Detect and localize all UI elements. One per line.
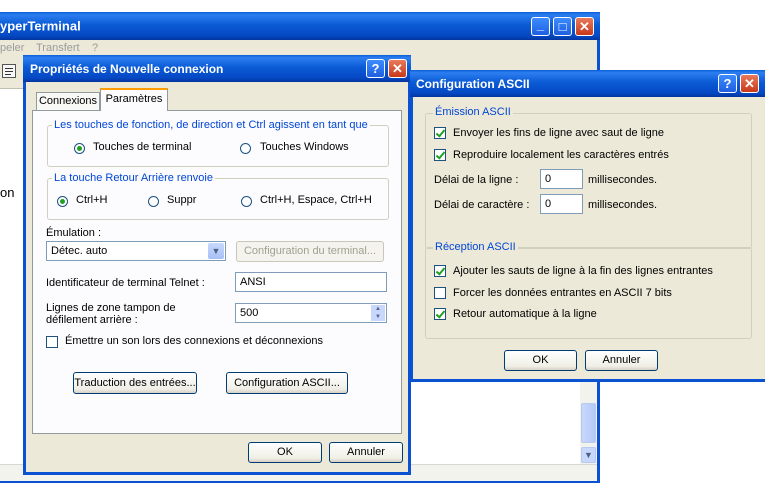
dropdown-arrow-icon[interactable]: ▼ [208,243,224,259]
ascii-titlebar[interactable]: Configuration ASCII ? ✕ [410,70,765,97]
beep-checkbox[interactable] [46,336,58,348]
radio-ctrl-h-space[interactable] [241,196,252,207]
hyperterminal-titlebar[interactable]: yperTerminal _ □ ✕ [0,12,600,40]
radio-terminal-keys[interactable] [74,143,85,154]
local-echo-label: Reproduire localement les caractères ent… [453,149,669,161]
wrap-lines-checkbox[interactable] [434,308,446,320]
properties-icon[interactable] [2,64,16,78]
line-delay-input[interactable]: 0 [540,169,583,189]
ascii-title: Configuration ASCII [416,76,530,91]
maximize-button[interactable]: □ [553,17,572,36]
buffer-stepper[interactable]: 500 ▲ ▼ [235,303,387,323]
scroll-down-icon[interactable]: ▼ [581,447,596,463]
reception-group-title: Réception ASCII [433,241,518,253]
emulation-label: Émulation : [46,227,102,239]
ascii-body: Émission ASCII Envoyer les fins de ligne… [413,97,765,379]
help-button[interactable]: ? [366,59,385,78]
properties-titlebar[interactable]: Propriétés de Nouvelle connexion ? ✕ [23,55,411,82]
terminal-config-button[interactable]: Configuration du terminal... [236,241,384,262]
spin-up-icon[interactable]: ▲ [371,305,385,313]
ascii-config-button[interactable]: Configuration ASCII... [226,372,348,394]
radio-suppr[interactable] [148,196,159,207]
send-crlf-checkbox[interactable] [434,127,446,139]
char-delay-label: Délai de caractère : [434,199,530,211]
radio-windows-keys[interactable] [240,143,251,154]
force-7bit-checkbox[interactable] [434,287,446,299]
append-lf-label: Ajouter les sauts de ligne à la fin des … [453,265,713,277]
ascii-config-dialog: Configuration ASCII ? ✕ Émission ASCII E… [410,70,765,382]
send-crlf-label: Envoyer les fins de ligne avec saut de l… [453,127,664,139]
close-button[interactable]: ✕ [575,17,594,36]
beep-label: Émettre un son lors des connexions et dé… [65,335,324,347]
terminal-text: on [0,185,15,200]
properties-body: Connexions Paramètres Les touches de fon… [26,82,408,472]
menu-item-appeler[interactable]: peler [0,42,24,54]
char-delay-unit: millisecondes. [588,199,658,211]
radio-terminal-keys-label: Touches de terminal [93,141,192,153]
tab-connexions[interactable]: Connexions [36,92,100,110]
cancel-button[interactable]: Annuler [329,442,403,463]
buffer-label-line2: défilement arrière : [46,314,138,326]
char-delay-input[interactable]: 0 [540,194,583,214]
ok-button[interactable]: OK [504,350,577,371]
radio-windows-keys-label: Touches Windows [260,141,349,153]
tab-parametres[interactable]: Paramètres [100,88,168,111]
telnet-input[interactable]: ANSI [235,272,387,292]
radio-ctrl-h[interactable] [57,196,68,207]
help-button[interactable]: ? [718,74,737,93]
emulation-select[interactable]: Détec. auto ▼ [46,241,226,261]
line-delay-label: Délai de la ligne : [434,174,519,186]
close-button[interactable]: ✕ [740,74,759,93]
wrap-lines-label: Retour automatique à la ligne [453,308,597,320]
radio-suppr-label: Suppr [167,194,197,206]
telnet-label: Identificateur de terminal Telnet : [46,277,205,289]
buffer-value: 500 [240,307,259,319]
local-echo-checkbox[interactable] [434,149,446,161]
emission-group-title: Émission ASCII [433,106,513,118]
properties-dialog: Propriétés de Nouvelle connexion ? ✕ Con… [23,55,411,475]
ok-button[interactable]: OK [248,442,322,463]
input-translation-button[interactable]: Traduction des entrées... [73,372,197,394]
fkeys-group-title: Les touches de fonction, de direction et… [52,119,370,131]
menu-item-help[interactable]: ? [92,42,98,54]
cancel-button[interactable]: Annuler [585,350,658,371]
hyperterminal-title: yperTerminal [0,18,81,34]
backspace-group-title: La touche Retour Arrière renvoie [52,172,215,184]
close-button[interactable]: ✕ [388,59,407,78]
buffer-label-line1: Lignes de zone tampon de [46,302,176,314]
scrollbar-thumb[interactable] [581,403,596,443]
spin-down-icon[interactable]: ▼ [371,313,385,321]
properties-title: Propriétés de Nouvelle connexion [30,61,224,76]
force-7bit-label: Forcer les données entrantes en ASCII 7 … [453,287,672,299]
append-lf-checkbox[interactable] [434,265,446,277]
menu-item-transfert[interactable]: Transfert [36,42,80,54]
tab-panel: Les touches de fonction, de direction et… [32,110,402,434]
emulation-value: Détec. auto [51,245,108,257]
radio-ctrl-h-space-label: Ctrl+H, Espace, Ctrl+H [260,194,372,206]
radio-ctrl-h-label: Ctrl+H [76,194,108,206]
line-delay-unit: millisecondes. [588,174,658,186]
minimize-button[interactable]: _ [531,17,550,36]
